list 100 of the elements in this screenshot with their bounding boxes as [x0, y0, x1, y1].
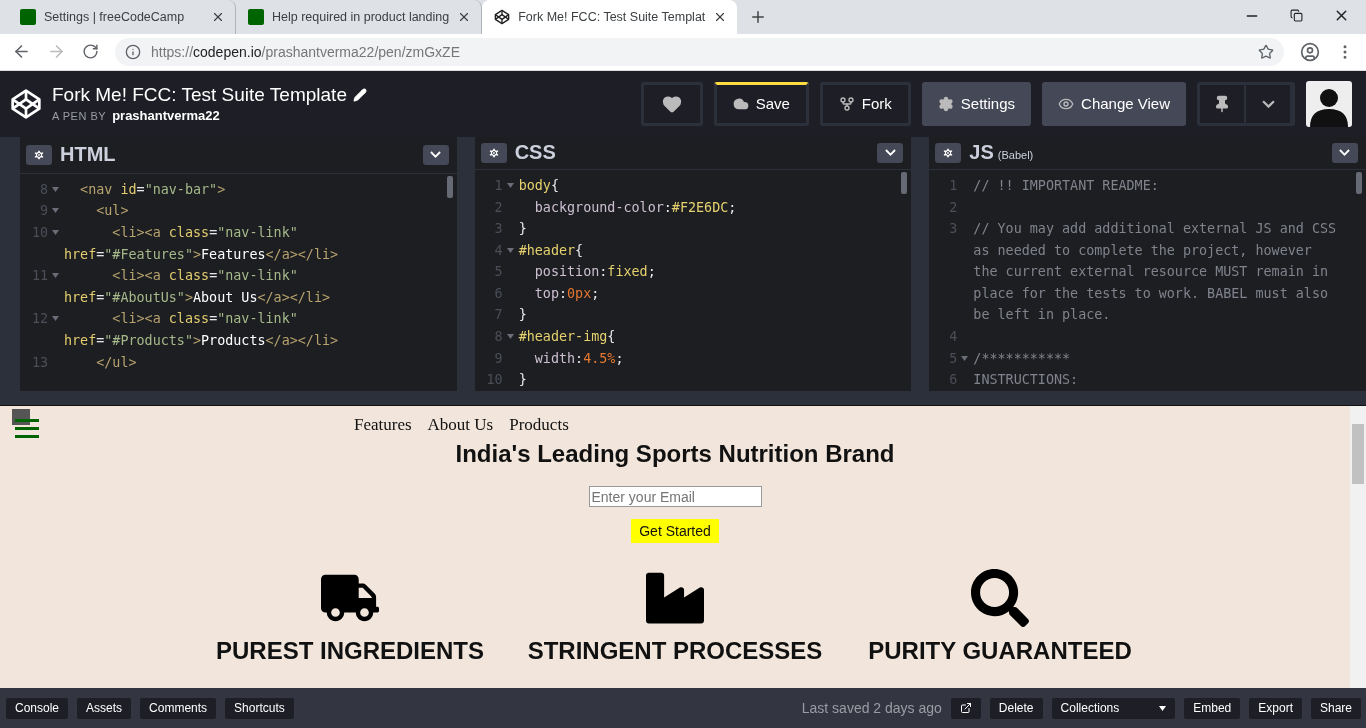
code-line: as needed to complete the project, however [973, 242, 1312, 258]
save-button[interactable]: Save [713, 81, 809, 126]
collapse-button[interactable] [877, 142, 904, 163]
nav-link[interactable]: About Us [427, 415, 494, 436]
code-line: <li><a class="nav-link" [111, 268, 298, 284]
editor-title: CSS [514, 141, 556, 165]
search-icon [971, 569, 1029, 628]
scrollbar[interactable] [1356, 171, 1362, 194]
code-line: width:4.5%; [533, 350, 624, 366]
profile-icon[interactable] [1300, 41, 1320, 62]
code-line: the current external resource MUST remain in [973, 264, 1329, 280]
info-icon [125, 43, 141, 60]
settings-icon [937, 95, 954, 112]
address-field[interactable]: https://codepen.io/prashantverma22/pen/zmGxZE [115, 37, 1284, 66]
code-line: top:0px; [533, 285, 600, 301]
code-line: <nav id="nav-bar"> [79, 181, 226, 197]
code-line: } [518, 221, 527, 237]
fold-arrow-icon[interactable] [506, 247, 514, 253]
fork-button[interactable]: Fork [819, 81, 911, 126]
reload-icon[interactable] [82, 43, 99, 61]
restore-icon[interactable] [1290, 9, 1303, 22]
code-line: href="#Features">Features</a></li> [64, 246, 339, 262]
nav-link[interactable]: Features [354, 415, 412, 436]
pin-icon [1213, 94, 1231, 113]
pencil-icon[interactable] [352, 88, 367, 103]
pin-button[interactable] [1197, 81, 1295, 126]
code-line: #header{ [518, 242, 584, 258]
footer-button[interactable]: Delete [989, 697, 1043, 719]
footer-button[interactable]: Share [1310, 697, 1361, 719]
settings-button[interactable] [26, 144, 52, 165]
feature-title: STRINGENT PROCESSES [527, 637, 823, 666]
browser-tab[interactable]: Fork Me! FCC: Test Suite Templat [482, 0, 738, 34]
collapse-button[interactable] [422, 144, 449, 165]
collections-dropdown[interactable]: Collections [1051, 697, 1176, 719]
editor-title: HTML [60, 143, 116, 167]
settings-button[interactable] [480, 142, 507, 163]
fold-arrow-icon[interactable] [961, 355, 969, 361]
code-line: } [518, 372, 527, 388]
footer-button[interactable]: Console [6, 697, 69, 719]
scrollbar[interactable] [446, 175, 453, 198]
code-line: href="#Products">Products</a></li> [64, 333, 339, 348]
chevron-down-icon [884, 149, 896, 156]
code-line: INSTRUCTIONS: [973, 372, 1079, 388]
settings-icon [487, 146, 500, 159]
footer-button[interactable]: Shortcuts [225, 697, 294, 719]
code-line: // You may add additional external JS and CSS [973, 221, 1337, 237]
fold-arrow-icon[interactable] [52, 273, 59, 279]
code-line: background-color:#F2E6DC; [533, 199, 737, 215]
fold-arrow-icon[interactable] [52, 208, 59, 214]
close-icon[interactable] [211, 10, 225, 24]
fold-arrow-icon[interactable] [52, 316, 59, 322]
footer-button[interactable]: Assets [77, 697, 132, 719]
chevron-down-icon [1339, 149, 1351, 156]
caret-icon [1159, 705, 1167, 711]
cube-logo-icon[interactable] [10, 87, 42, 120]
email-field[interactable]: Enter your Email [588, 486, 762, 508]
open-external-button[interactable] [950, 697, 981, 719]
footer-button[interactable]: Export [1249, 697, 1302, 719]
code-line: body{ [518, 177, 559, 193]
scrollbar-thumb[interactable] [1352, 424, 1364, 485]
chevron-down-icon [430, 151, 442, 158]
feature-title: PURITY GUARANTEED [868, 637, 1132, 666]
code-line: // !! IMPORTANT README: [973, 177, 1159, 193]
footer-button[interactable]: Comments [140, 697, 217, 719]
fold-arrow-icon[interactable] [52, 186, 59, 192]
get-started-button[interactable]: Get Started [631, 519, 719, 544]
settings-icon [942, 146, 955, 159]
cube-icon [494, 9, 511, 25]
code-line: </ul> [95, 354, 137, 370]
code-line: be left in place. [973, 307, 1111, 323]
avatar[interactable] [1306, 80, 1352, 127]
footer-button[interactable]: Embed [1184, 697, 1241, 719]
settings-button[interactable] [935, 142, 962, 163]
save-status: Last saved 2 days ago [801, 700, 942, 717]
code-line: <li><a class="nav-link" [111, 225, 298, 241]
fold-arrow-icon[interactable] [506, 334, 514, 340]
code-line: href="#AboutUs">About Us</a></li> [64, 289, 331, 305]
code-line: /*********** [973, 350, 1071, 366]
fold-arrow-icon[interactable] [52, 230, 59, 236]
change-view-button[interactable]: Change View [1042, 81, 1186, 126]
star-icon[interactable] [1258, 43, 1274, 60]
author-link[interactable]: prashantverma22 [112, 108, 220, 124]
nav-link[interactable]: Products [509, 415, 569, 436]
heart-icon [661, 93, 682, 114]
like-button[interactable] [640, 81, 703, 126]
settings-icon [33, 148, 45, 161]
code-line: position:fixed; [533, 264, 656, 280]
code-line: place for the tests to work. BABEL must also [973, 285, 1329, 301]
scrollbar[interactable] [1350, 406, 1366, 689]
code-line: #header-img{ [518, 329, 616, 345]
scrollbar[interactable] [901, 171, 908, 194]
fold-arrow-icon[interactable] [506, 182, 514, 188]
feature-title: PUREST INGREDIENTS [216, 637, 484, 666]
collapse-button[interactable] [1332, 142, 1358, 163]
page-heading: India's Leading Sports Nutrition Brand [455, 440, 895, 469]
settings-button[interactable]: Settings [921, 81, 1032, 126]
code-line: <li><a class="nav-link" [111, 311, 298, 327]
fork-icon [838, 95, 855, 112]
editor-title: JS (Babel) [969, 141, 1034, 165]
pen-title: Fork Me! FCC: Test Suite Template [52, 84, 347, 107]
